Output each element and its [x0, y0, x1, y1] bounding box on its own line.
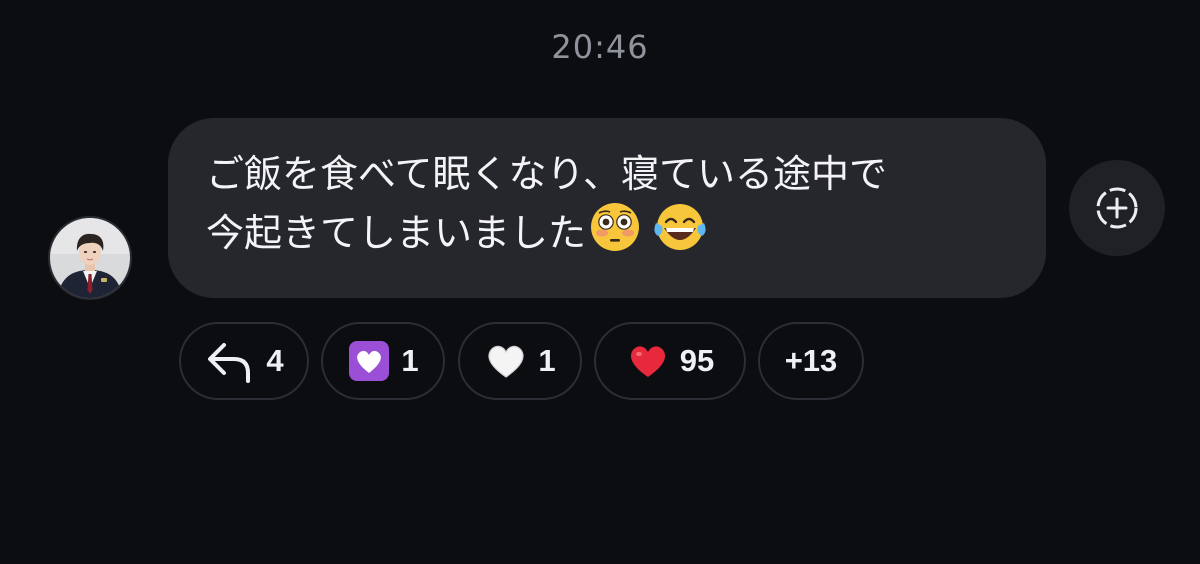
heart-with-ribbon-icon	[349, 341, 390, 381]
avatar[interactable]	[48, 216, 132, 300]
add-reaction-icon	[1096, 187, 1138, 229]
more-reactions-label: +13	[784, 343, 838, 378]
purple-heart-reaction-chip[interactable]: 1	[321, 322, 445, 400]
red-heart-reaction-chip[interactable]: 95	[594, 322, 746, 400]
add-reaction-button[interactable]	[1069, 160, 1165, 256]
reply-chip[interactable]: 4	[179, 322, 309, 400]
white-heart-icon	[488, 345, 524, 378]
white-heart-reaction-chip[interactable]: 1	[458, 322, 582, 400]
message-text-line-2-text: 今起きてしまいました	[206, 211, 587, 255]
red-heart-icon	[630, 346, 665, 377]
reply-arrow-icon	[208, 343, 251, 383]
flushed-face-icon	[588, 200, 642, 267]
more-reactions-chip[interactable]: +13	[758, 322, 864, 400]
tears-of-joy-icon	[652, 200, 708, 267]
reply-count: 4	[266, 343, 284, 378]
message-timestamp: 20:46	[551, 28, 649, 66]
message-bubble[interactable]: ご飯を食べて眠くなり、寝ている途中で 今起きてしまいました	[168, 118, 1046, 298]
avatar-image	[50, 218, 130, 298]
white-heart-count: 1	[538, 343, 556, 378]
chat-screen: 20:46 ご飯を食べて眠くなり、寝ている途中で 今起きてしまいました 4 1 …	[0, 0, 1200, 564]
red-heart-count: 95	[679, 343, 715, 378]
purple-heart-count: 1	[401, 343, 419, 378]
message-text-line-1: ご飯を食べて眠くなり、寝ている途中で	[206, 152, 887, 196]
message-text-line-2: 今起きてしまいました	[206, 200, 1010, 267]
